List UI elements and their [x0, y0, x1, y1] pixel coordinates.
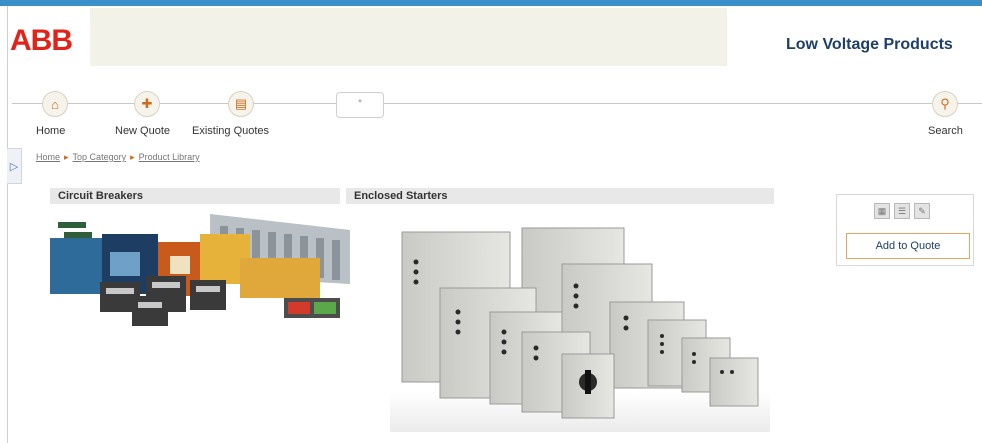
search-icon: ⚲	[940, 96, 950, 111]
existing-quotes-label[interactable]: Existing Quotes	[192, 125, 269, 137]
header-banner	[90, 8, 727, 66]
breadcrumb-top-category[interactable]: Top Category	[73, 152, 127, 162]
list-view-icon[interactable]: ☰	[894, 203, 910, 219]
home-button[interactable]: ⌂	[42, 91, 68, 117]
cart-icon: ✚	[141, 96, 153, 111]
enclosed-starters-image[interactable]	[390, 212, 770, 432]
nav-tab-placeholder[interactable]: *	[336, 92, 384, 118]
breadcrumb-separator: ▸	[130, 152, 135, 162]
abb-logo[interactable]: ABB	[10, 26, 73, 56]
product-title: Low Voltage Products	[786, 36, 953, 53]
sidebar-toggle[interactable]: ▷	[7, 148, 22, 184]
new-quote-button[interactable]: ✚	[134, 91, 160, 117]
enclosed-starters-header[interactable]: Enclosed Starters	[346, 188, 774, 204]
breadcrumb-home[interactable]: Home	[36, 152, 60, 162]
circuit-breakers-image[interactable]	[50, 212, 350, 330]
search-label[interactable]: Search	[928, 125, 963, 137]
home-label[interactable]: Home	[36, 125, 65, 137]
chevron-right-icon: ▷	[9, 160, 19, 173]
breadcrumb-separator: ▸	[64, 152, 69, 162]
circuit-breakers-header[interactable]: Circuit Breakers	[50, 188, 340, 204]
grid-view-icon[interactable]: ▦	[874, 203, 890, 219]
breadcrumb: Home ▸ Top Category ▸ Product Library	[36, 152, 200, 163]
new-quote-label[interactable]: New Quote	[115, 125, 170, 137]
search-button[interactable]: ⚲	[932, 91, 958, 117]
breadcrumb-product-library[interactable]: Product Library	[139, 152, 200, 162]
folder-icon: ▤	[234, 96, 248, 111]
existing-quotes-button[interactable]: ▤	[228, 91, 254, 117]
home-icon: ⌂	[51, 96, 59, 112]
add-to-quote-button[interactable]: Add to Quote	[846, 233, 970, 259]
edit-icon[interactable]: ✎	[914, 203, 930, 219]
